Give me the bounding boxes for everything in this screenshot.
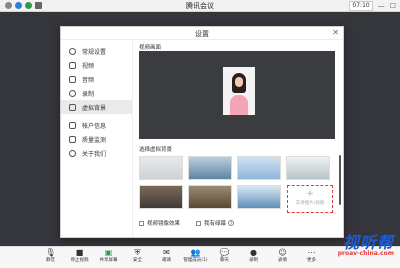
background-thumb-5[interactable] [188, 185, 232, 209]
sidebar-item-label: 音频 [82, 76, 95, 84]
more-button[interactable]: ⋯ 更多 [297, 247, 326, 268]
title-bar: 腾讯会议 07:10 — ☐ [0, 0, 400, 12]
user-portrait [223, 67, 255, 115]
camera-icon [69, 61, 76, 69]
toolbar-label: 共享屏幕 [99, 258, 118, 263]
sidebar-item-label: 录制 [82, 90, 95, 98]
emoji-icon: ☺ [278, 248, 287, 257]
toolbar-label: 聊天 [220, 258, 229, 263]
close-icon[interactable]: ✕ [332, 28, 339, 37]
stop-video-button[interactable]: ■ 停止视频 [65, 247, 94, 268]
quality-icon [69, 135, 76, 143]
sidebar-item-account[interactable]: 帐户信息 [61, 118, 132, 132]
settings-sidebar: 常规设置 视频 音频 录制 虚拟背景 帐户信息 质量监测 关于我们 [61, 40, 133, 237]
mic-icon: 🎙 [45, 248, 56, 257]
minimize-button[interactable]: — [378, 2, 385, 11]
background-thumb-2[interactable] [237, 156, 281, 180]
toolbar-label: 管理成员(1) [183, 258, 208, 263]
window-title: 腾讯会议 [186, 2, 214, 10]
chat-button[interactable]: 💬 聊天 [210, 247, 239, 268]
sidebar-item-virtual-background[interactable]: 虚拟背景 [61, 100, 132, 114]
watermark-logo: 视听帮 proav-china.com [338, 229, 394, 257]
account-icon [69, 121, 76, 129]
toolbar-label: 更多 [307, 258, 316, 263]
background-options: 视频镜像效果 我有绿幕? [139, 219, 335, 227]
sidebar-item-about[interactable]: 关于我们 [61, 146, 132, 160]
scrollbar[interactable] [339, 155, 341, 205]
sidebar-item-label: 质量监测 [82, 136, 107, 144]
mirror-option[interactable]: 视频镜像效果 [139, 219, 180, 227]
security-icon: ⛨ [134, 248, 141, 257]
background-thumb-6[interactable] [237, 185, 281, 209]
maximize-button[interactable]: ☐ [390, 2, 396, 11]
sidebar-item-general[interactable]: 常规设置 [61, 44, 132, 58]
green-screen-label: 我有绿幕 [204, 221, 227, 227]
virtual-bg-icon [69, 103, 76, 111]
help-icon[interactable]: ? [228, 220, 235, 226]
more-icon: ⋯ [307, 248, 316, 257]
record-icon: ● [250, 248, 257, 257]
speaker-icon [69, 75, 76, 83]
toolbar-label: 邀请 [162, 258, 171, 263]
invite-button[interactable]: ✉ 邀请 [152, 247, 181, 268]
virtual-background-panel: 视频画面 选择虚拟背景 + 支持图片/视频 视频镜像效果 我有绿幕? [139, 43, 339, 233]
plus-icon: + [306, 189, 314, 199]
sidebar-item-label: 视频 [82, 62, 95, 70]
background-thumb-1[interactable] [188, 156, 232, 180]
background-thumb-4[interactable] [139, 185, 183, 209]
video-icon: ■ [75, 248, 84, 257]
add-background-label: 支持图片/视频 [295, 201, 325, 206]
toolbar-label: 停止视频 [70, 258, 89, 263]
meeting-timer: 07:10 [349, 1, 373, 11]
sidebar-item-record[interactable]: 录制 [61, 86, 132, 100]
watermark-url: proav-china.com [337, 250, 394, 257]
share-screen-icon: ▣ [104, 248, 113, 257]
sidebar-item-label: 帐户信息 [82, 122, 107, 130]
background-thumb-0[interactable] [139, 156, 183, 180]
sidebar-item-label: 关于我们 [82, 150, 107, 158]
mute-button[interactable]: 🎙 静音 [36, 247, 65, 268]
sidebar-item-audio[interactable]: 音频 [61, 72, 132, 86]
members-icon: 👥 [190, 248, 201, 257]
sidebar-item-label: 常规设置 [82, 48, 107, 56]
sidebar-item-video[interactable]: 视频 [61, 58, 132, 72]
green-screen-option[interactable]: 我有绿幕? [196, 219, 235, 227]
chat-icon: 💬 [219, 248, 230, 257]
background-thumb-3[interactable] [286, 156, 330, 180]
add-background-button[interactable]: + 支持图片/视频 [287, 185, 333, 213]
checkbox-icon[interactable] [139, 221, 144, 226]
record-icon [69, 89, 76, 97]
members-button[interactable]: 👥 管理成员(1) [181, 247, 210, 268]
emoji-button[interactable]: ☺ 表情 [268, 247, 297, 268]
security-button[interactable]: ⛨ 安全 [123, 247, 152, 268]
invite-icon: ✉ [163, 248, 170, 257]
toolbar-label: 录制 [249, 258, 258, 263]
gear-icon [69, 47, 76, 55]
info-icon [69, 149, 76, 157]
toolbar-label: 静音 [46, 258, 55, 263]
dialog-header: 设置 ✕ [61, 27, 343, 40]
checkbox-icon[interactable] [196, 221, 202, 226]
preview-label: 视频画面 [139, 45, 162, 51]
video-preview [139, 51, 335, 139]
sidebar-item-label: 虚拟背景 [82, 104, 107, 112]
dialog-title: 设置 [195, 30, 209, 38]
toolbar-label: 安全 [133, 258, 142, 263]
share-screen-button[interactable]: ▣ 共享屏幕 [94, 247, 123, 268]
background-select-label: 选择虚拟背景 [139, 147, 173, 153]
toolbar-label: 表情 [278, 258, 287, 263]
mirror-label: 视频镜像效果 [147, 221, 181, 227]
settings-dialog: 设置 ✕ 常规设置 视频 音频 录制 虚拟背景 帐户信息 质量监测 关于我们 视… [60, 26, 344, 238]
record-button[interactable]: ● 录制 [239, 247, 268, 268]
sidebar-item-quality[interactable]: 质量监测 [61, 132, 132, 146]
